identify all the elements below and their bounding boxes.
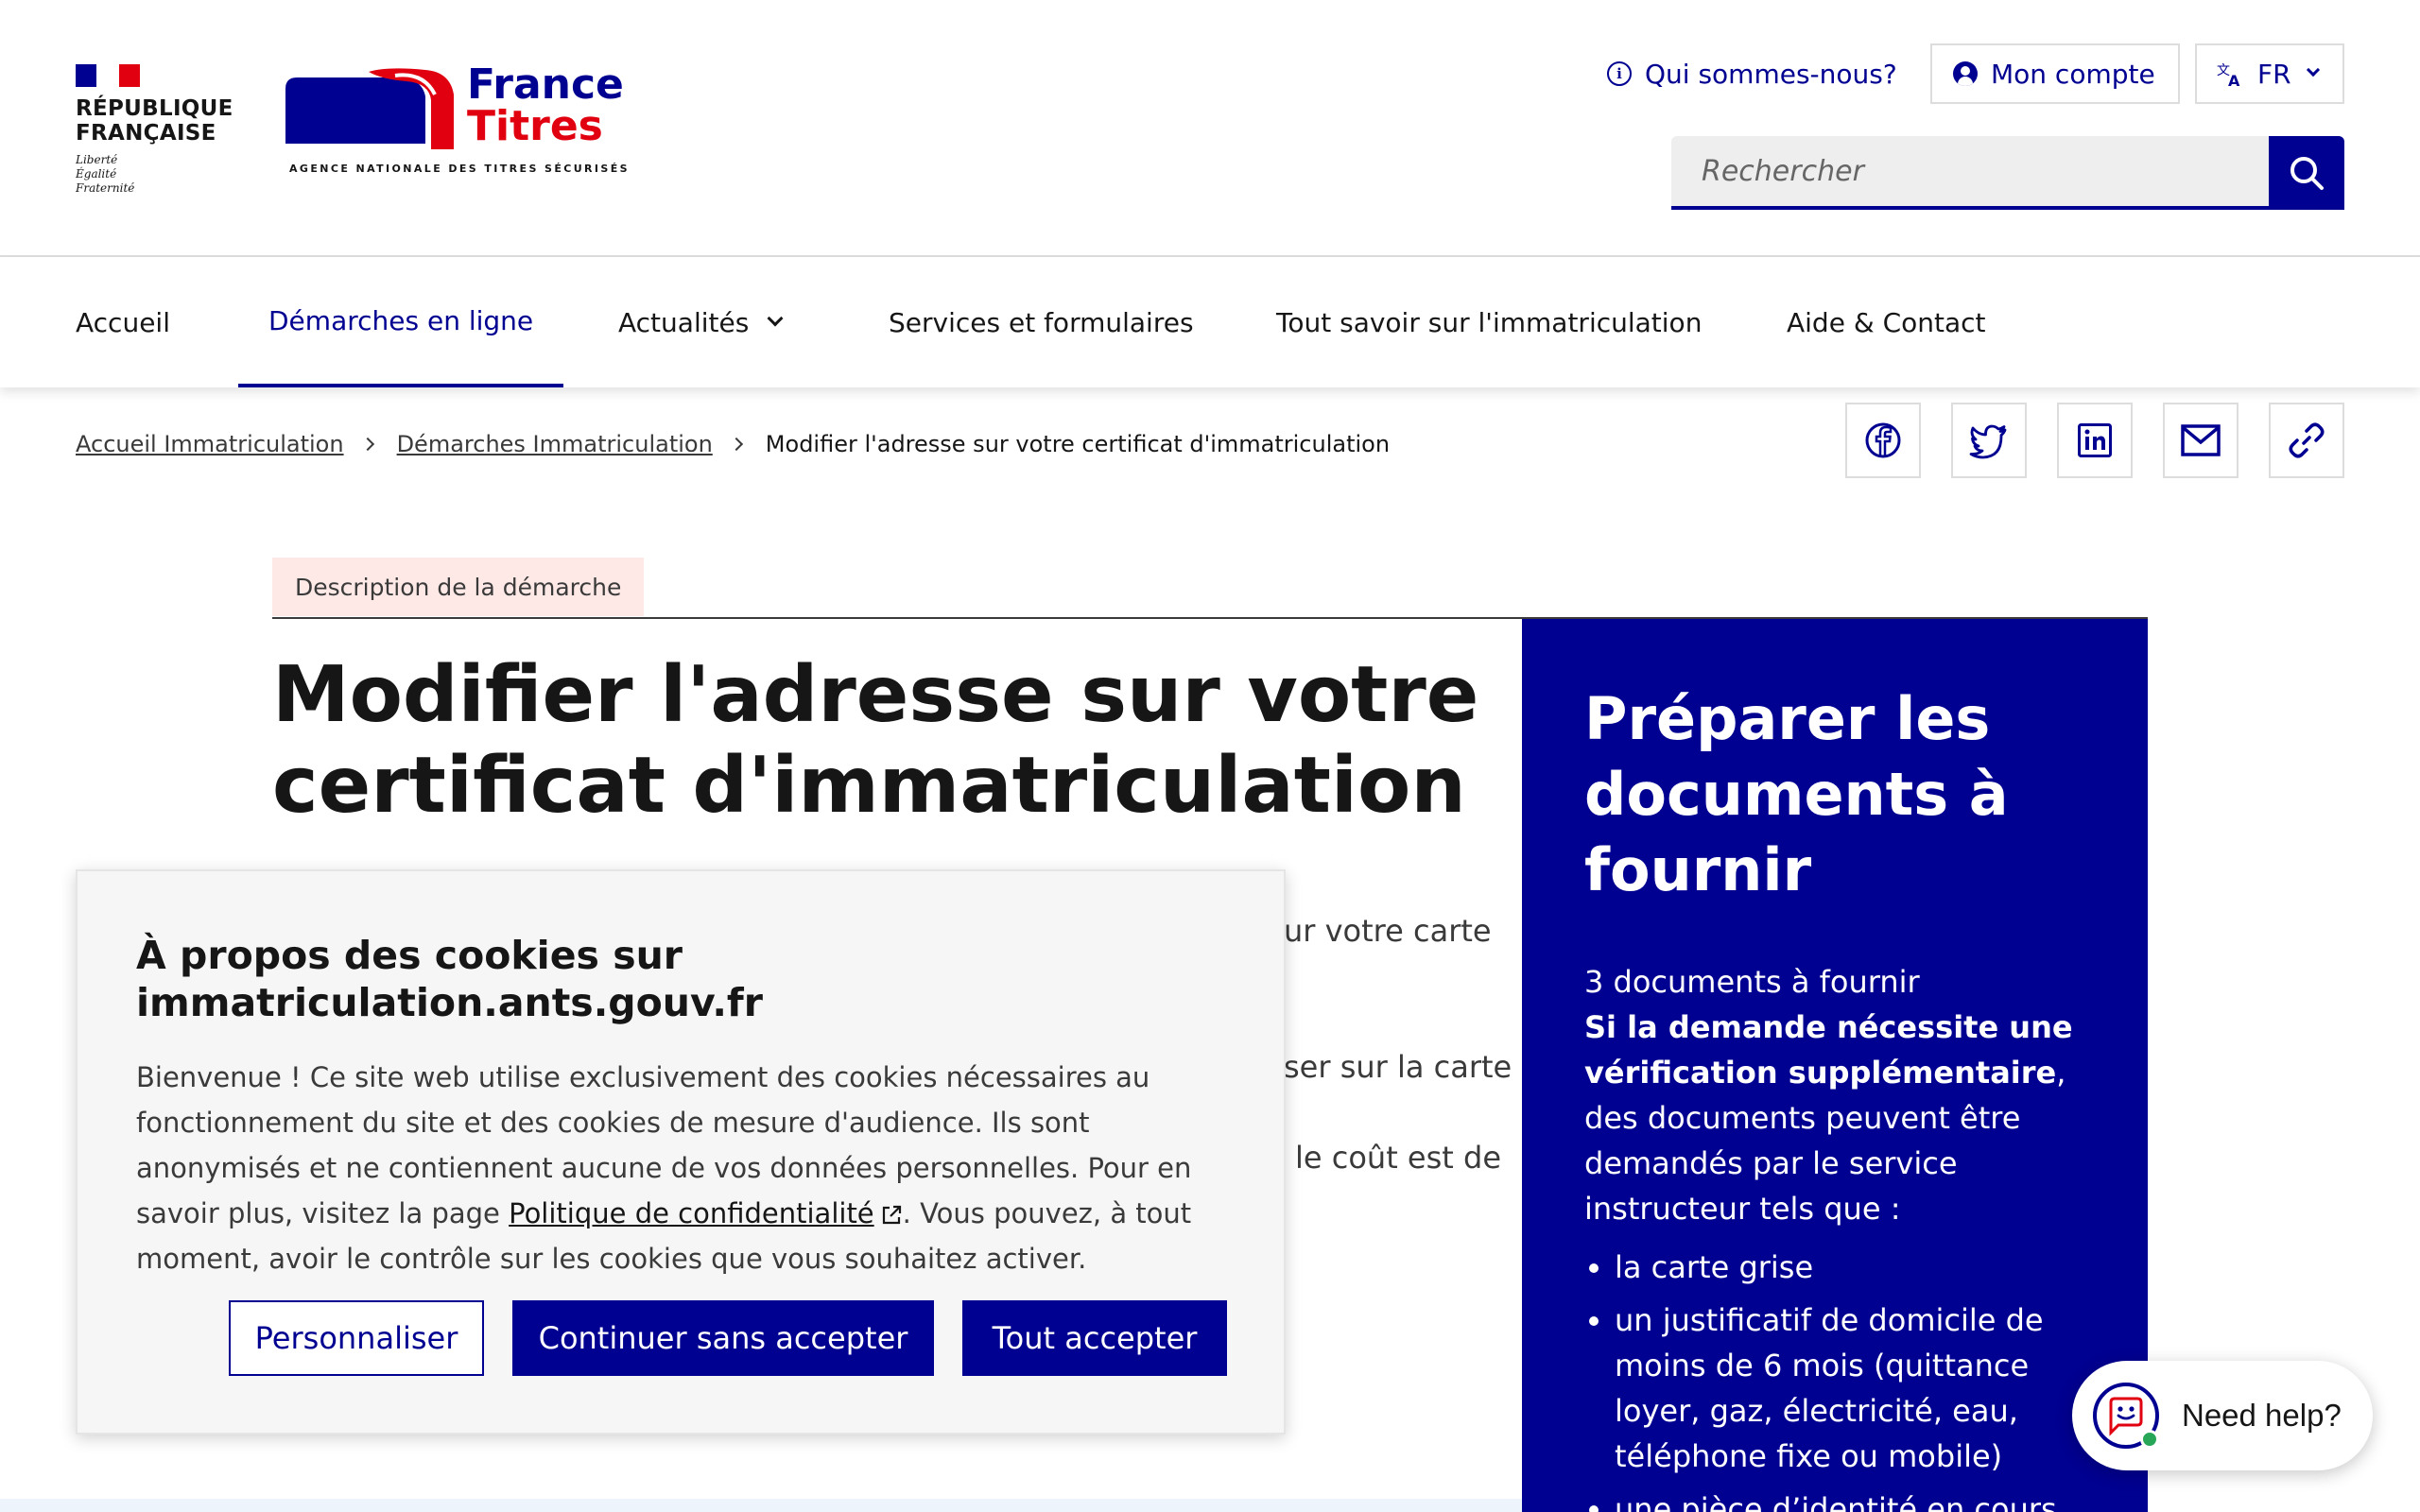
share-twitter-button[interactable] bbox=[1951, 403, 2027, 478]
brand-name-line1: France bbox=[467, 60, 624, 109]
documents-condition: Si la demande nécessite une vérification… bbox=[1584, 1005, 2085, 1231]
twitter-icon bbox=[1969, 424, 2007, 459]
chevron-right-icon bbox=[360, 437, 374, 452]
page-title: Modifier l'adresse sur votre certificat … bbox=[272, 650, 1479, 831]
france-titres-wordmark: France Titres bbox=[467, 64, 624, 147]
my-account-button[interactable]: Mon compte bbox=[1930, 43, 2180, 104]
nav-item-demarches[interactable]: Démarches en ligne bbox=[238, 257, 564, 387]
cookie-consent-dialog: À propos des cookies sur immatriculation… bbox=[76, 869, 1286, 1435]
documents-panel-title: Préparer les documents à fournir bbox=[1584, 684, 2009, 904]
facebook-icon bbox=[1865, 422, 1901, 458]
nav-item-tout-savoir[interactable]: Tout savoir sur l'immatriculation bbox=[1276, 257, 1702, 387]
nav-item-aide-contact[interactable]: Aide & Contact bbox=[1787, 257, 1986, 387]
body-text-fragment: ur votre carte bbox=[1284, 913, 1492, 949]
link-icon bbox=[2289, 422, 2325, 458]
chat-bot-avatar bbox=[2093, 1383, 2159, 1449]
republique-francaise-logo[interactable]: RÉPUBLIQUE FRANÇAISE Liberté Égalité Fra… bbox=[76, 64, 236, 196]
search-input[interactable] bbox=[1671, 136, 2269, 210]
list-item: un justificatif de domicile de moins de … bbox=[1615, 1297, 2085, 1479]
online-status-indicator bbox=[2140, 1430, 2159, 1449]
body-text-fragment: le coût est de bbox=[1295, 1140, 1501, 1176]
nav-item-actualites-label: Actualités bbox=[618, 306, 750, 338]
svg-text:A: A bbox=[2228, 72, 2240, 88]
account-icon bbox=[1953, 61, 1978, 86]
breadcrumb-link-demarches[interactable]: Démarches Immatriculation bbox=[397, 431, 713, 457]
language-selector[interactable]: 文 A FR bbox=[2195, 43, 2344, 104]
footer-band bbox=[0, 1499, 1522, 1512]
search-button[interactable] bbox=[2269, 136, 2344, 210]
nav-item-actualites[interactable]: Actualités bbox=[618, 257, 784, 387]
cookie-dialog-title: À propos des cookies sur immatriculation… bbox=[136, 933, 763, 1025]
body-text-fragment: ser sur la carte bbox=[1284, 1049, 1512, 1085]
privacy-policy-label: Politique de confidentialité bbox=[509, 1197, 874, 1229]
breadcrumb-link-accueil[interactable]: Accueil Immatriculation bbox=[76, 431, 344, 457]
language-label: FR bbox=[2257, 58, 2291, 90]
documents-condition-bold: Si la demande nécessite une vérification… bbox=[1584, 1009, 2073, 1091]
documents-panel: Préparer les documents à fournir 3 docum… bbox=[1522, 619, 2148, 1512]
linkedin-icon bbox=[2078, 423, 2112, 457]
cookie-accept-all-button[interactable]: Tout accepter bbox=[962, 1300, 1227, 1376]
nav-item-services[interactable]: Services et formulaires bbox=[889, 257, 1194, 387]
share-mail-button[interactable] bbox=[2163, 403, 2238, 478]
nav-item-accueil[interactable]: Accueil bbox=[76, 257, 170, 387]
chat-help-label: Need help? bbox=[2182, 1398, 2342, 1433]
copy-link-button[interactable] bbox=[2269, 403, 2344, 478]
list-item: la carte grise bbox=[1615, 1245, 2085, 1290]
cookie-reject-button[interactable]: Continuer sans accepter bbox=[512, 1300, 934, 1376]
main-navigation: Accueil Démarches en ligne Actualités Se… bbox=[0, 257, 2420, 387]
breadcrumb-current: Modifier l'adresse sur votre certificat … bbox=[765, 431, 1391, 457]
my-account-label: Mon compte bbox=[1991, 58, 2155, 90]
mail-icon bbox=[2181, 424, 2221, 456]
cookie-customize-button[interactable]: Personnaliser bbox=[229, 1300, 484, 1376]
info-icon: i bbox=[1607, 61, 1632, 86]
documents-list: la carte grise un justificatif de domici… bbox=[1584, 1245, 2085, 1512]
who-are-we-label: Qui sommes-nous? bbox=[1645, 58, 1897, 90]
chat-bot-icon bbox=[2109, 1397, 2143, 1436]
external-link-icon bbox=[882, 1205, 901, 1225]
translate-icon: 文 A bbox=[2217, 63, 2240, 88]
list-item: une pièce d’identité en cours de bbox=[1615, 1486, 2085, 1512]
privacy-policy-link[interactable]: Politique de confidentialité bbox=[509, 1197, 903, 1229]
brand-name-line2: Titres bbox=[467, 102, 603, 150]
documents-count: 3 documents à fournir bbox=[1584, 964, 1920, 1000]
share-linkedin-button[interactable] bbox=[2057, 403, 2133, 478]
breadcrumb: Accueil Immatriculation Démarches Immatr… bbox=[76, 431, 1390, 457]
share-facebook-button[interactable] bbox=[1845, 403, 1921, 478]
republique-motto: Liberté Égalité Fraternité bbox=[76, 153, 135, 195]
who-are-we-link[interactable]: i Qui sommes-nous? bbox=[1607, 43, 1897, 104]
chat-help-widget[interactable]: Need help? bbox=[2072, 1361, 2373, 1470]
procedure-tag: Description de la démarche bbox=[272, 558, 645, 616]
agency-tagline: AGENCE NATIONALE DES TITRES SÉCURISÉS bbox=[289, 163, 630, 175]
french-flag-icon bbox=[76, 64, 140, 87]
chevron-down-icon bbox=[767, 310, 784, 327]
site-header: RÉPUBLIQUE FRANÇAISE Liberté Égalité Fra… bbox=[0, 0, 2420, 257]
republique-francaise-text: RÉPUBLIQUE FRANÇAISE bbox=[76, 96, 233, 146]
chevron-right-icon bbox=[729, 437, 743, 452]
chevron-down-icon bbox=[2306, 62, 2320, 77]
search-icon bbox=[2290, 157, 2324, 190]
cookie-dialog-text: Bienvenue ! Ce site web utilise exclusiv… bbox=[136, 1055, 1233, 1281]
